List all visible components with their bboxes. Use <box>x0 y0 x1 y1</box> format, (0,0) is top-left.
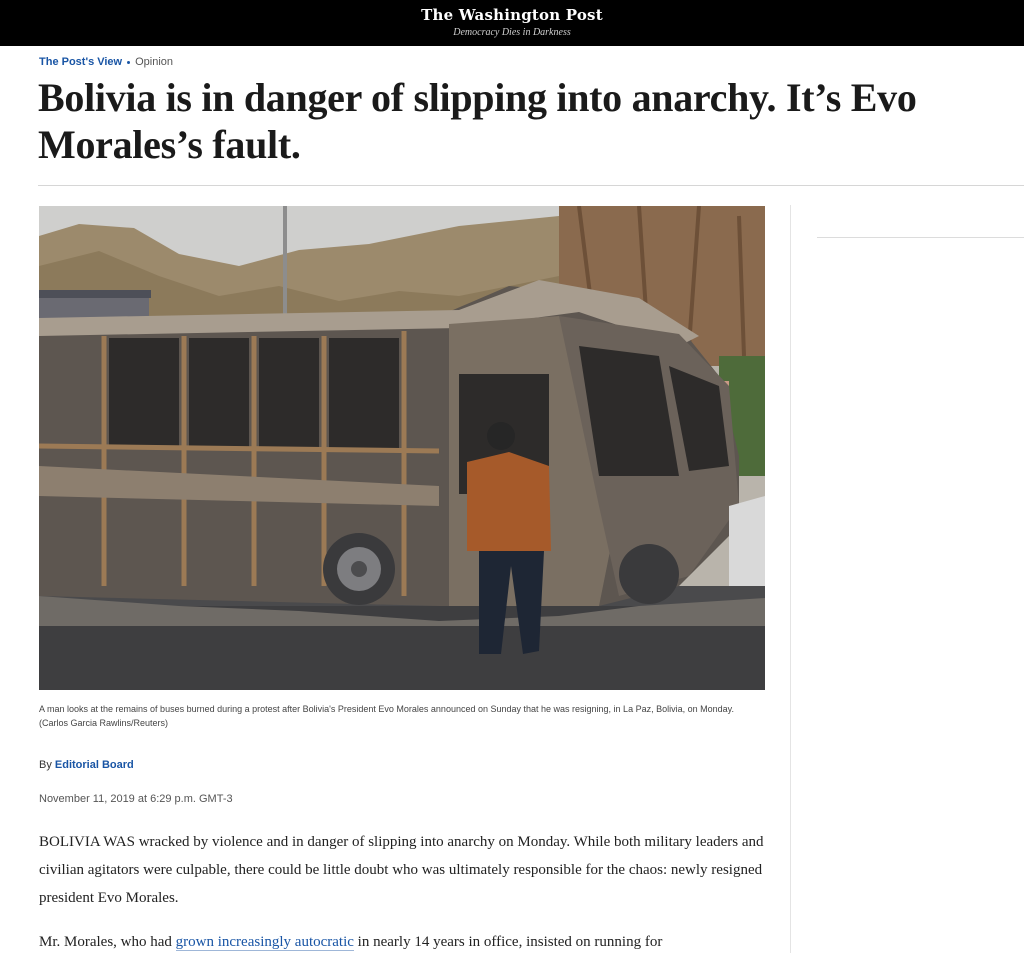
byline: By Editorial Board <box>39 759 134 771</box>
site-logo[interactable]: The Washington Post <box>0 6 1024 24</box>
column-divider <box>790 205 791 953</box>
opinion-label[interactable]: Opinion <box>135 56 173 68</box>
author-link[interactable]: Editorial Board <box>55 759 134 771</box>
byline-prefix: By <box>39 759 52 771</box>
burned-bus-photo <box>39 206 765 690</box>
kicker: The Post's View Opinion <box>39 54 173 70</box>
inline-link-autocratic[interactable]: grown increasingly autocratic <box>175 934 354 951</box>
sidebar-divider <box>817 237 1024 238</box>
photo-caption: A man looks at the remains of buses burn… <box>39 704 734 728</box>
article-paragraph: Mr. Morales, who had grown increasingly … <box>39 928 769 953</box>
headline-divider <box>38 185 1024 186</box>
separator-dot <box>127 60 131 64</box>
paragraph-text: Mr. Morales, who had <box>39 934 172 950</box>
lead-photo[interactable] <box>39 206 765 690</box>
article-paragraph: BOLIVIA WAS wracked by violence and in d… <box>39 834 764 906</box>
article-headline: Bolivia is in danger of slipping into an… <box>38 75 917 167</box>
paragraph-text: in nearly 14 years in office, insisted o… <box>357 934 663 950</box>
site-tagline: Democracy Dies in Darkness <box>453 27 571 38</box>
publish-date: November 11, 2019 at 6:29 p.m. GMT-3 <box>39 793 233 805</box>
masthead: The Washington Post Democracy Dies in Da… <box>0 0 1024 46</box>
section-link[interactable]: The Post's View <box>39 56 122 68</box>
